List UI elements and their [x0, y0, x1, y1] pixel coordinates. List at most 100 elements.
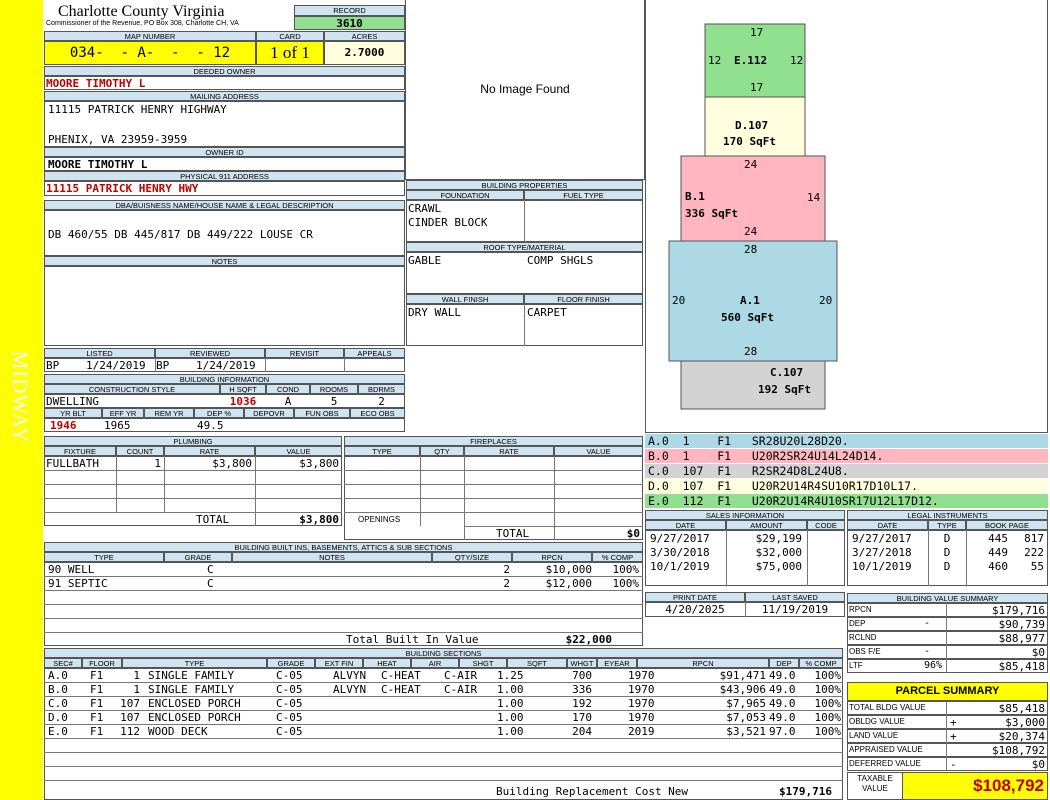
section-type: SINGLE FAMILY — [148, 669, 235, 682]
sketch-a-sqft: 560 SqFt — [721, 311, 774, 324]
map-number-value: 034- - A- - - 12 — [44, 41, 256, 65]
sections-col-header: DEP — [769, 658, 799, 668]
sales-date: 3/30/2018 — [650, 546, 710, 559]
builtins-col-header: GRADE — [164, 552, 232, 562]
section-heat: C-HEAT — [381, 683, 421, 696]
physical-address-value: 11115 PATRICK HENRY HWY — [46, 182, 199, 195]
builtin-rpcn-2: $12,000 — [545, 577, 592, 590]
depovr-header: DEPOVR — [244, 408, 294, 418]
parcel-sign: + — [950, 716, 957, 729]
divider — [524, 304, 525, 346]
effyr-value: 1965 — [104, 419, 131, 432]
builtin-grade-1: C — [207, 563, 214, 576]
builtin-type-2: 91 SEPTIC — [48, 577, 108, 590]
mailing-line2: PHENIX, VA 23959-3959 — [48, 133, 188, 146]
listed-date: 1/24/2019 — [86, 359, 146, 372]
section-grade: C-05 — [276, 711, 303, 724]
plumbing-col-header: COUNT — [116, 446, 164, 456]
bdrms-value: 2 — [378, 395, 385, 408]
sketch-a-label: A.1 — [740, 294, 760, 307]
section-code: 107 — [120, 711, 140, 724]
section-rpcn: $3,521 — [726, 725, 766, 738]
appeals-header: APPEALS — [344, 348, 405, 358]
value-summary-value: $85,418 — [998, 660, 1045, 673]
parcel-sign: + — [950, 730, 957, 743]
legal-col-header: DATE — [847, 520, 928, 530]
print-date-header: PRINT DATE — [645, 592, 745, 602]
section-sqft: 336 — [572, 683, 592, 696]
section-sec: D.0 — [48, 711, 68, 724]
builtin-type-1: 90 WELL — [48, 563, 95, 576]
value-summary-label: OBS F/E — [849, 647, 881, 656]
section-sec: A.0 — [48, 669, 68, 682]
divider — [44, 618, 643, 619]
section-floor: F1 — [90, 697, 104, 710]
section-comp: 100% — [814, 669, 842, 682]
parcel-value: $108,792 — [992, 744, 1045, 757]
sections-col-header: EYEAR — [597, 658, 637, 668]
parcel-label: TOTAL BLDG VALUE — [849, 703, 926, 712]
builtin-qty-2: 2 — [503, 577, 510, 590]
cond-value: A — [284, 395, 292, 408]
divider — [44, 780, 843, 781]
section-sqft: 700 — [572, 669, 592, 682]
floor-finish-header: FLOOR FINISH — [524, 294, 643, 304]
county-title: Charlotte County Virginia — [58, 3, 225, 20]
foundation-header: FOUNDATION — [406, 190, 524, 200]
style-header: CONSTRUCTION STYLE — [44, 384, 220, 394]
section-grade: C-05 — [276, 725, 303, 738]
listed-by: BP — [46, 359, 60, 372]
sketch-a-top: 28 — [744, 243, 758, 256]
section-shgt: 1.00 — [497, 697, 524, 710]
divider — [344, 358, 345, 372]
section-air: C-AIR — [444, 669, 478, 682]
section-code: 1 — [133, 669, 140, 682]
sections-total: $179,716 — [779, 785, 832, 798]
section-grade: C-05 — [276, 669, 303, 682]
rooms-header: ROOMS — [310, 384, 358, 394]
rooms-value: 5 — [330, 395, 338, 408]
card-value: 1 of 1 — [256, 41, 324, 65]
section-sqft: 192 — [572, 697, 592, 710]
section-code: 107 — [120, 697, 140, 710]
sections-header: BUILDING SECTIONS — [44, 648, 843, 658]
yrblt-value: 1946 — [50, 419, 77, 432]
value-summary-sign: - — [924, 646, 931, 657]
legal-type: D — [943, 546, 951, 559]
plumbing-col-header: VALUE — [255, 446, 342, 456]
sections-col-header: % COMP — [799, 658, 843, 668]
parcel-label: LAND VALUE — [849, 731, 899, 740]
parcel-label: APPRAISED VALUE — [849, 745, 923, 754]
foundation-value-2: CINDER BLOCK — [408, 216, 488, 229]
sections-total-label: Building Replacement Cost New — [496, 785, 689, 798]
builtin-comp-1: 100% — [612, 563, 640, 576]
sections-col-header: RPCN — [637, 658, 769, 668]
divider — [946, 757, 947, 771]
legal-date: 10/1/2019 — [852, 560, 912, 573]
effyr-header: EFF YR — [102, 408, 144, 418]
legal-book: 445 — [988, 532, 1008, 545]
style-value: DWELLING — [46, 395, 99, 408]
sales-col-header: DATE — [645, 520, 726, 530]
dep-header: DEP % — [194, 408, 244, 418]
section-type: WOOD DECK — [148, 725, 208, 738]
section-floor: F1 — [90, 669, 104, 682]
section-shgt: 1.25 — [497, 669, 524, 682]
section-shgt: 1.00 — [497, 711, 524, 724]
reviewed-date: 1/24/2019 — [196, 359, 256, 372]
roof-type-value: GABLE — [408, 254, 442, 267]
building-props-header: BUILDING PROPERTIES — [406, 180, 643, 190]
section-comp: 100% — [814, 711, 842, 724]
plumbing-rate: $3,800 — [212, 457, 252, 470]
deeded-owner-value: MOORE TIMOTHY L — [46, 77, 146, 90]
divider — [946, 743, 947, 757]
bdrms-header: BDRMS — [358, 384, 405, 394]
section-extfin: ALVYN — [333, 683, 367, 696]
plumbing-total-label: TOTAL — [196, 513, 230, 526]
divider — [946, 701, 947, 715]
divider — [946, 631, 947, 645]
legal-col-header: TYPE — [928, 520, 966, 530]
card-header: CARD — [256, 31, 324, 41]
section-eyear: 1970 — [628, 697, 655, 710]
builtins-col-header: % COMP — [592, 552, 643, 562]
